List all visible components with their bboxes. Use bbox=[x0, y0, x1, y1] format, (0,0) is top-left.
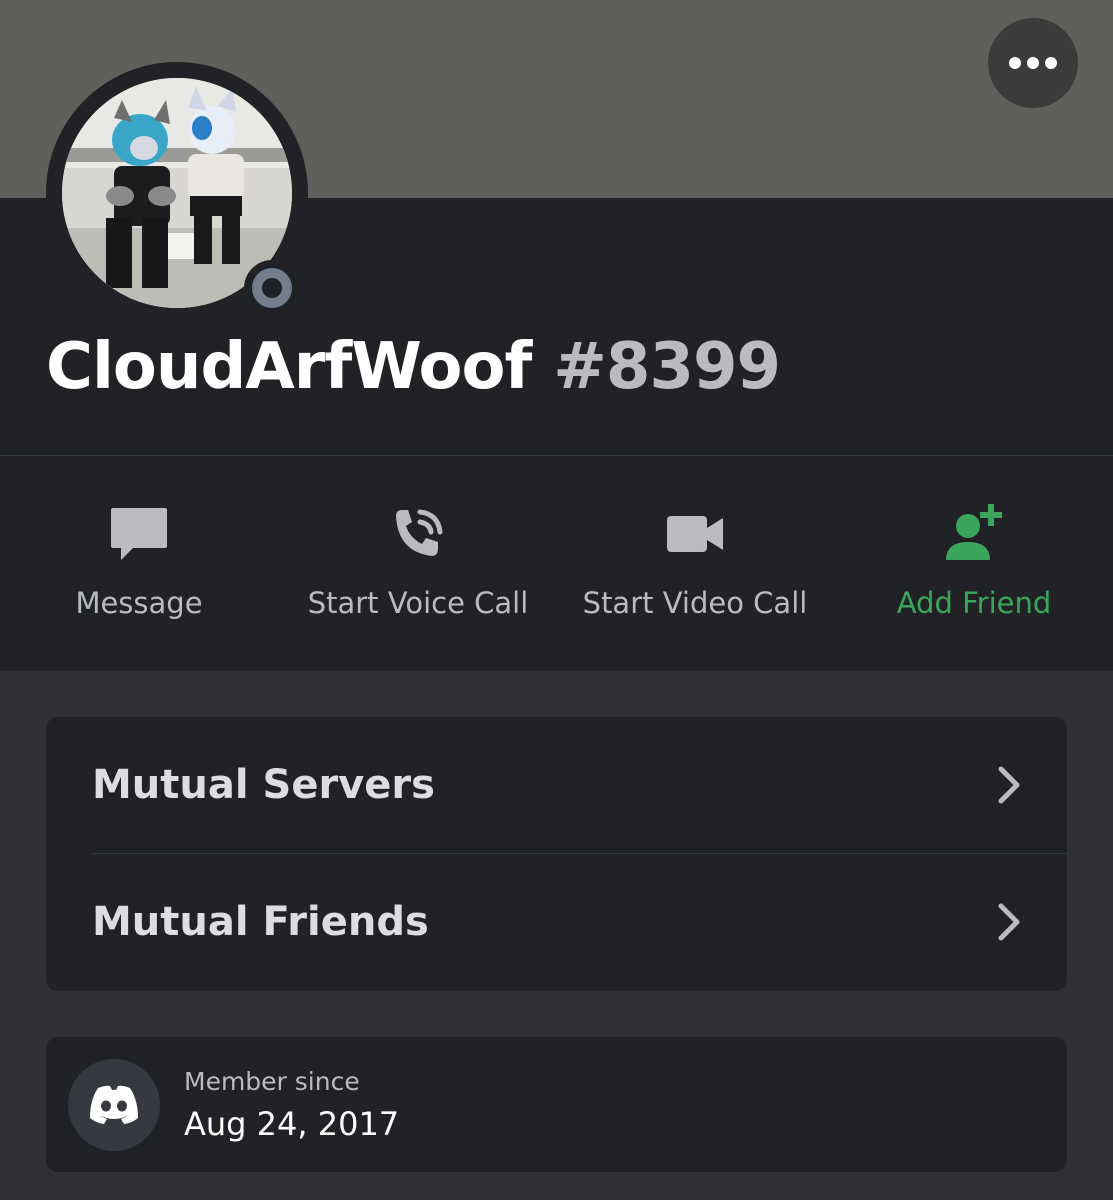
discord-logo-icon bbox=[90, 1085, 138, 1124]
video-camera-icon bbox=[667, 516, 723, 552]
chevron-right-icon bbox=[998, 766, 1020, 804]
mutual-servers-row[interactable]: Mutual Servers bbox=[46, 717, 1067, 853]
profile-actions: Message Start Voice Call Start Video Cal… bbox=[0, 456, 1113, 671]
member-since-date: Aug 24, 2017 bbox=[184, 1105, 400, 1143]
more-horizontal-icon bbox=[1009, 57, 1021, 69]
username-line: CloudArfWoof #8399 bbox=[46, 322, 781, 412]
mutual-friends-label: Mutual Friends bbox=[92, 899, 429, 945]
chevron-right-icon bbox=[998, 903, 1020, 941]
member-since-label: Member since bbox=[184, 1067, 360, 1096]
mutual-friends-row[interactable]: Mutual Friends bbox=[46, 854, 1067, 990]
mutual-card: Mutual Servers Mutual Friends bbox=[46, 717, 1067, 991]
avatar[interactable] bbox=[46, 62, 308, 324]
discriminator: #8399 bbox=[553, 330, 781, 404]
message-label: Message bbox=[75, 586, 203, 620]
mutual-servers-label: Mutual Servers bbox=[92, 762, 435, 808]
user-profile-screen: CloudArfWoof #8399 Message Start Voice C… bbox=[0, 0, 1113, 1200]
discord-logo-badge bbox=[68, 1059, 160, 1151]
more-options-button[interactable] bbox=[988, 18, 1078, 108]
add-friend-label: Add Friend bbox=[896, 586, 1052, 620]
chat-bubble-icon bbox=[111, 508, 167, 560]
more-dot bbox=[1027, 57, 1039, 69]
more-dot bbox=[1045, 57, 1057, 69]
status-dot-hole bbox=[262, 278, 282, 298]
add-friend-button[interactable]: Add Friend bbox=[839, 456, 1109, 671]
voice-call-button[interactable]: Start Voice Call bbox=[283, 456, 553, 671]
voice-call-label: Start Voice Call bbox=[307, 586, 529, 620]
member-since-card: Member since Aug 24, 2017 bbox=[46, 1037, 1067, 1172]
phone-call-icon bbox=[396, 509, 443, 556]
username: CloudArfWoof bbox=[46, 330, 532, 404]
add-friend-icon bbox=[946, 504, 1002, 560]
video-call-label: Start Video Call bbox=[582, 586, 808, 620]
message-button[interactable]: Message bbox=[4, 456, 274, 671]
offline-status-icon bbox=[252, 268, 292, 308]
video-call-button[interactable]: Start Video Call bbox=[560, 456, 830, 671]
status-indicator bbox=[244, 260, 300, 316]
